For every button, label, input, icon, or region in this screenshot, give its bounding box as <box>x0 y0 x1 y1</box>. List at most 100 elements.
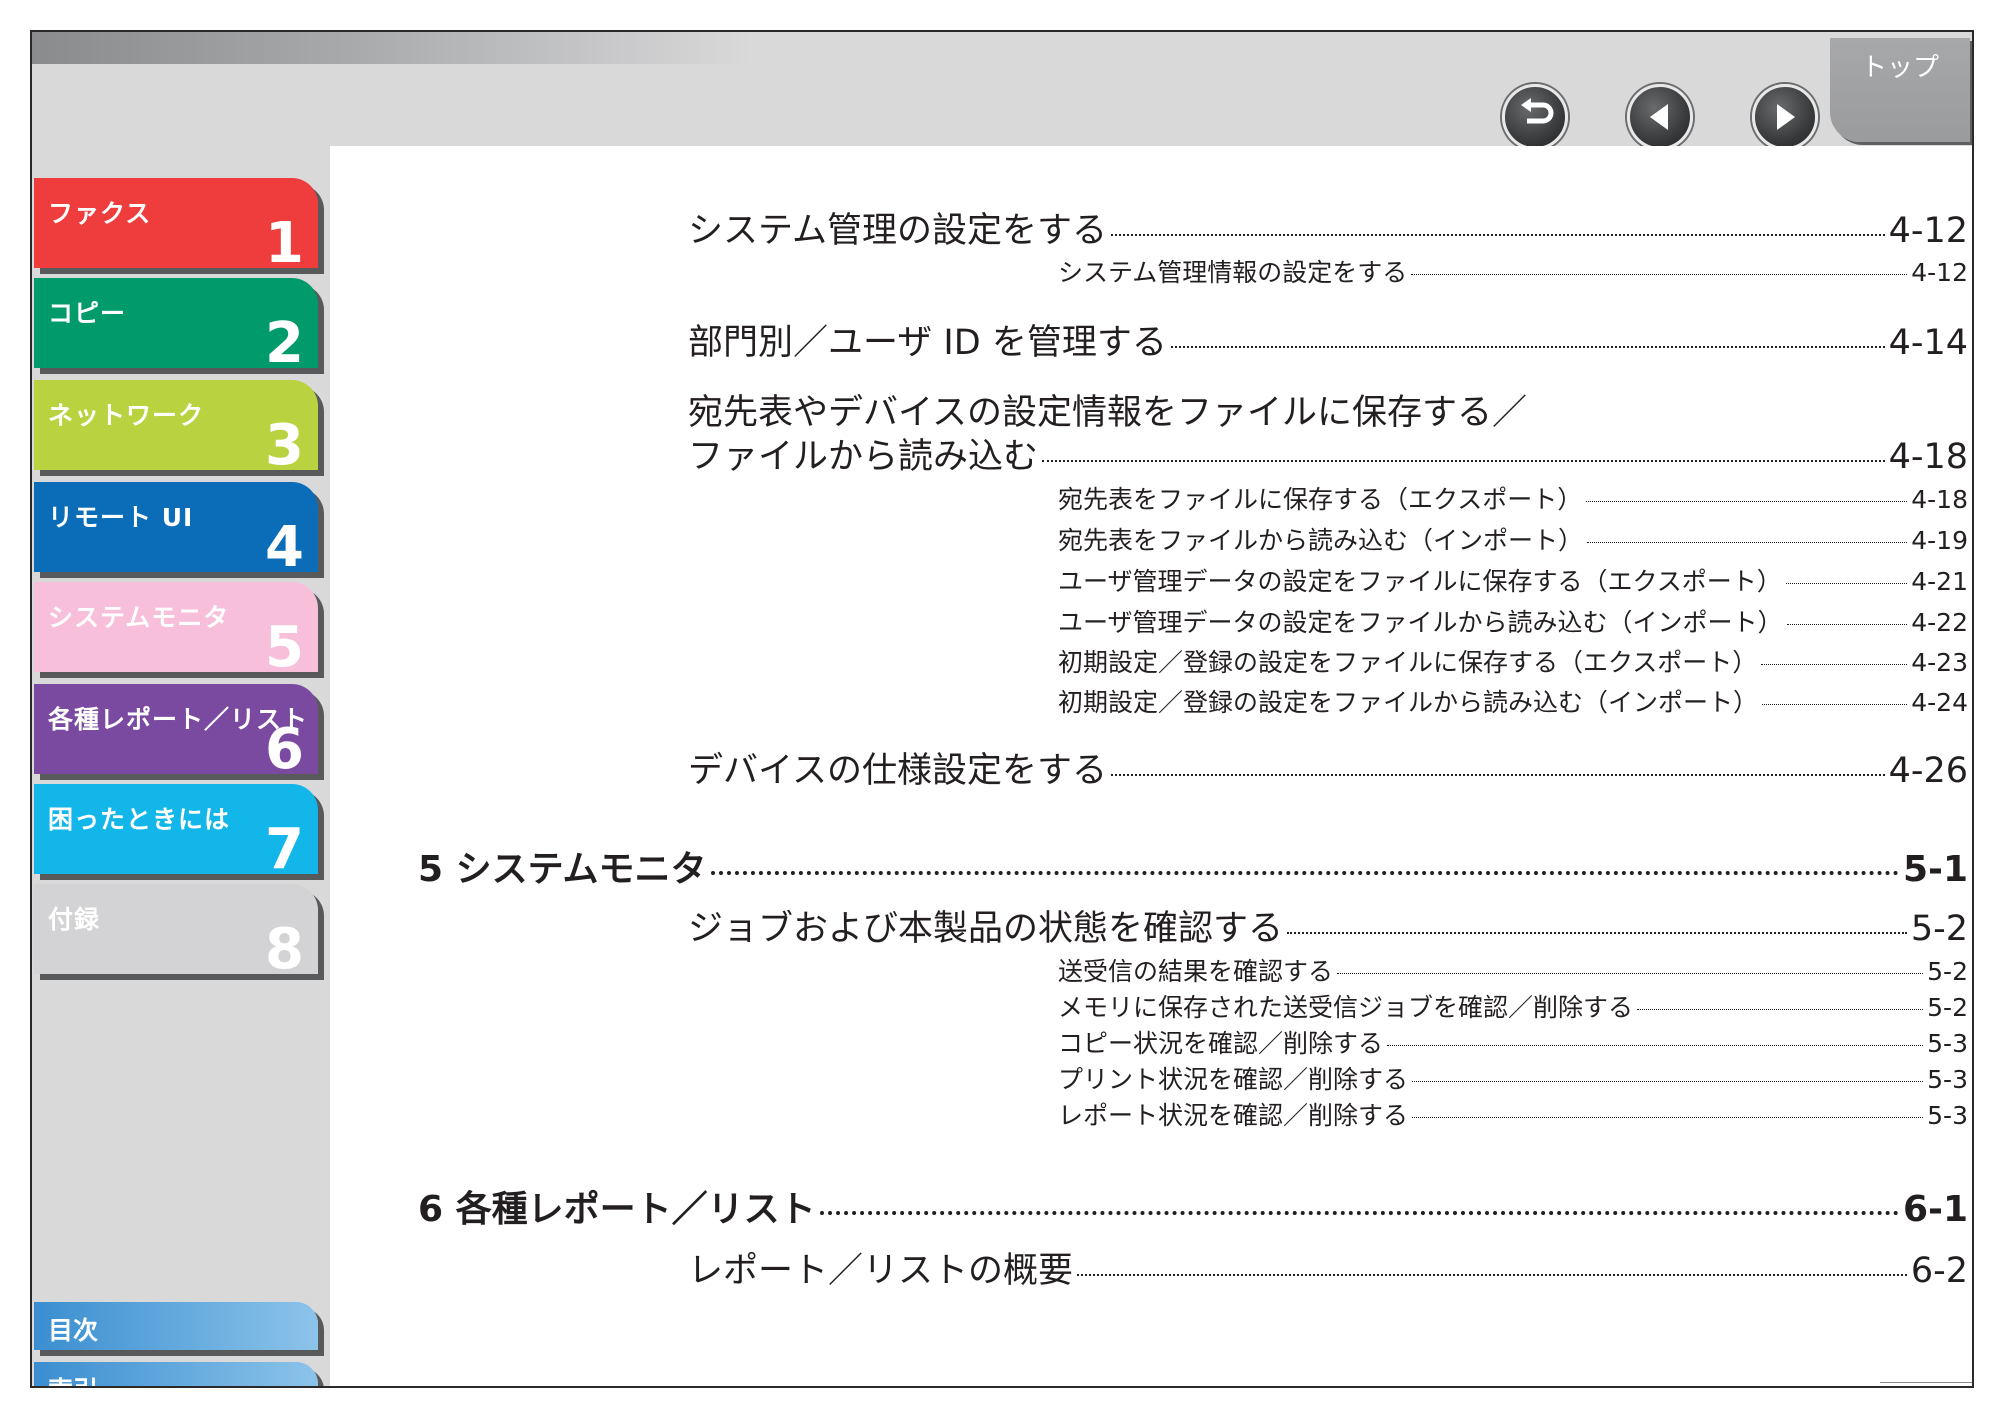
toc-entry-page: 5-2 <box>1910 909 1968 949</box>
leader-dots <box>1411 274 1908 275</box>
toc-chapter-entry[interactable]: 6 各種レポート／リスト 6-1 <box>418 1180 1968 1232</box>
toc-entry[interactable]: 宛先表をファイルから読み込む（インポート） 4-19 <box>1058 521 1968 557</box>
chapter-tab-copy[interactable]: コピー 2 <box>34 278 318 376</box>
leader-dots <box>1785 583 1908 584</box>
chapter-tab-system-monitor[interactable]: システムモニタ 5 <box>34 582 318 680</box>
toc-entry-page: 4-12 <box>1911 258 1968 287</box>
chapter-tab-number: 6 <box>265 717 304 782</box>
toc-chapter-title: 6 各種レポート／リスト <box>418 1189 816 1230</box>
toc-entry[interactable]: 送受信の結果を確認する 5-2 <box>1058 952 1968 988</box>
leader-dots <box>1762 704 1908 705</box>
top-toolbar: 戻る 前へ 次へ トップ <box>32 32 1972 171</box>
toc-entry-title: コピー状況を確認／削除する <box>1058 1029 1384 1058</box>
toc-entry-title: レポート状況を確認／削除する <box>1058 1101 1409 1130</box>
chapter-tab-fax[interactable]: ファクス 1 <box>34 178 318 276</box>
leader-dots <box>1042 460 1885 462</box>
toc-entry[interactable]: システム管理情報の設定をする 4-12 <box>1058 253 1968 289</box>
toc-entry[interactable]: レポート／リストの概要 6-2 <box>688 1242 1968 1293</box>
toc-entry-page: 5-2 <box>1927 957 1968 986</box>
leader-dots <box>1170 346 1885 348</box>
chapter-tab-number: 5 <box>265 615 304 680</box>
chapter-tab-appendix[interactable]: 付録 8 <box>34 884 318 982</box>
top-tab[interactable]: トップ <box>1830 38 1970 142</box>
page-number-rule <box>1880 1382 1972 1383</box>
back-button[interactable] <box>1502 84 1568 150</box>
toc-entry-title: プリント状況を確認／削除する <box>1058 1065 1409 1094</box>
toc-entry-page: 4-21 <box>1911 567 1968 596</box>
leader-dots <box>819 1211 1899 1215</box>
toc-entry-page: 4-24 <box>1911 688 1968 717</box>
chapter-tab-number: 2 <box>265 311 304 376</box>
toc-chapter-page: 6-1 <box>1902 1189 1968 1230</box>
toc-entry[interactable]: ユーザ管理データの設定をファイルから読み込む（インポート） 4-22 <box>1058 603 1968 639</box>
toc-entry-page: 4-18 <box>1911 485 1968 514</box>
toc-entry[interactable]: プリント状況を確認／削除する 5-3 <box>1058 1060 1968 1096</box>
back-arrow-icon <box>1521 98 1554 124</box>
toc-entry[interactable]: コピー状況を確認／削除する 5-3 <box>1058 1024 1968 1060</box>
toc-chapter-entry[interactable]: 5 システムモニタ 5-1 <box>418 840 1968 892</box>
toc-entry[interactable]: ジョブおよび本製品の状態を確認する 5-2 <box>688 900 1968 951</box>
leader-dots <box>1786 624 1908 625</box>
toc-entry-title: メモリに保存された送受信ジョブを確認／削除する <box>1058 993 1634 1022</box>
toc-entry-page: 4-23 <box>1911 648 1968 677</box>
toc-entry[interactable]: メモリに保存された送受信ジョブを確認／削除する 5-2 <box>1058 988 1968 1024</box>
chapter-tab-label: 付録 <box>48 905 101 934</box>
leader-dots <box>1110 774 1885 776</box>
toc-entry-page: 4-14 <box>1888 323 1968 363</box>
toc-chapter-page: 5-1 <box>1902 849 1968 890</box>
chapter-tab-number: 3 <box>265 413 304 478</box>
leader-dots <box>1387 1045 1924 1046</box>
leader-dots <box>1412 1081 1924 1082</box>
toc-entry-title: 送受信の結果を確認する <box>1058 957 1334 986</box>
chapter-tab-label: システムモニタ <box>48 603 230 632</box>
toolbar-gradient <box>32 32 752 64</box>
contents-tab[interactable]: 目次 <box>34 1302 318 1350</box>
chapter-tab-network[interactable]: ネットワーク 3 <box>34 380 318 478</box>
toc-entry[interactable]: 宛先表をファイルに保存する（エクスポート） 4-18 <box>1058 480 1968 516</box>
toc-entry-title: ジョブおよび本製品の状態を確認する <box>688 909 1284 949</box>
chapter-tab-label: リモート UI <box>48 503 194 532</box>
toc-entry-title: ファイルから読み込む <box>688 437 1039 477</box>
toc-entry-page: 4-22 <box>1911 608 1968 637</box>
chapter-tab-remote-ui[interactable]: リモート UI 4 <box>34 482 318 580</box>
toc-entry-title: ユーザ管理データの設定をファイルから読み込む（インポート） <box>1058 608 1783 637</box>
toc-entry-page: 5-3 <box>1927 1101 1968 1130</box>
toc-entry-title: 宛先表をファイルから読み込む（インポート） <box>1058 526 1584 555</box>
toc-content: システム管理の設定をする 4-12 システム管理情報の設定をする 4-12 部門別／… <box>330 146 1972 1386</box>
prev-button[interactable] <box>1627 84 1693 150</box>
chapter-tab-label: 困ったときには <box>48 805 231 834</box>
toc-entry[interactable]: ユーザ管理データの設定をファイルに保存する（エクスポート） 4-21 <box>1058 562 1968 598</box>
toc-chapter-title: 5 システムモニタ <box>418 849 707 890</box>
toc-entry[interactable]: ファイルから読み込む 4-18 <box>688 428 1968 479</box>
leader-dots <box>1637 1009 1924 1010</box>
leader-dots <box>1412 1117 1924 1118</box>
chapter-tab-troubleshooting[interactable]: 困ったときには 7 <box>34 784 318 882</box>
chapter-tab-label: コピー <box>48 299 127 328</box>
next-button[interactable] <box>1752 84 1818 150</box>
chapter-tab-number: 1 <box>265 211 304 276</box>
contents-tab-label: 目次 <box>48 1316 99 1345</box>
toc-entry-page: 4-18 <box>1888 437 1968 477</box>
triangle-left-icon <box>1650 104 1668 130</box>
toc-entry-title: レポート／リストの概要 <box>688 1251 1074 1291</box>
toc-entry-page: 4-12 <box>1888 211 1968 251</box>
toc-entry[interactable]: システム管理の設定をする 4-12 <box>688 202 1968 253</box>
toc-entry[interactable]: 初期設定／登録の設定をファイルから読み込む（インポート） 4-24 <box>1058 683 1968 719</box>
toc-entry-page: 5-3 <box>1927 1029 1968 1058</box>
index-tab-label: 索引 <box>48 1371 98 1386</box>
toc-entry-title: デバイスの仕様設定をする <box>688 751 1107 791</box>
toc-entry[interactable]: レポート状況を確認／削除する 5-3 <box>1058 1096 1968 1132</box>
toc-entry-title: システム管理情報の設定をする <box>1058 258 1408 287</box>
toc-entry-page: 5-2 <box>1927 993 1968 1022</box>
toc-entry-page: 6-2 <box>1910 1251 1968 1291</box>
leader-dots <box>1287 932 1907 934</box>
index-tab[interactable]: 索引 <box>34 1362 318 1386</box>
chapter-tab-reports[interactable]: 各種レポート／リスト 6 <box>34 684 318 782</box>
toc-entry-title: システム管理の設定をする <box>688 211 1107 251</box>
chapter-tab-label: ネットワーク <box>48 401 205 430</box>
toc-entry[interactable]: デバイスの仕様設定をする 4-26 <box>688 742 1968 793</box>
toc-entry[interactable]: 部門別／ユーザ ID を管理する 4-14 <box>688 314 1968 365</box>
toc-entry[interactable]: 初期設定／登録の設定をファイルに保存する（エクスポート） 4-23 <box>1058 643 1968 679</box>
chapter-tab-number: 7 <box>265 817 304 882</box>
toc-entry-title: 部門別／ユーザ ID を管理する <box>688 323 1167 363</box>
